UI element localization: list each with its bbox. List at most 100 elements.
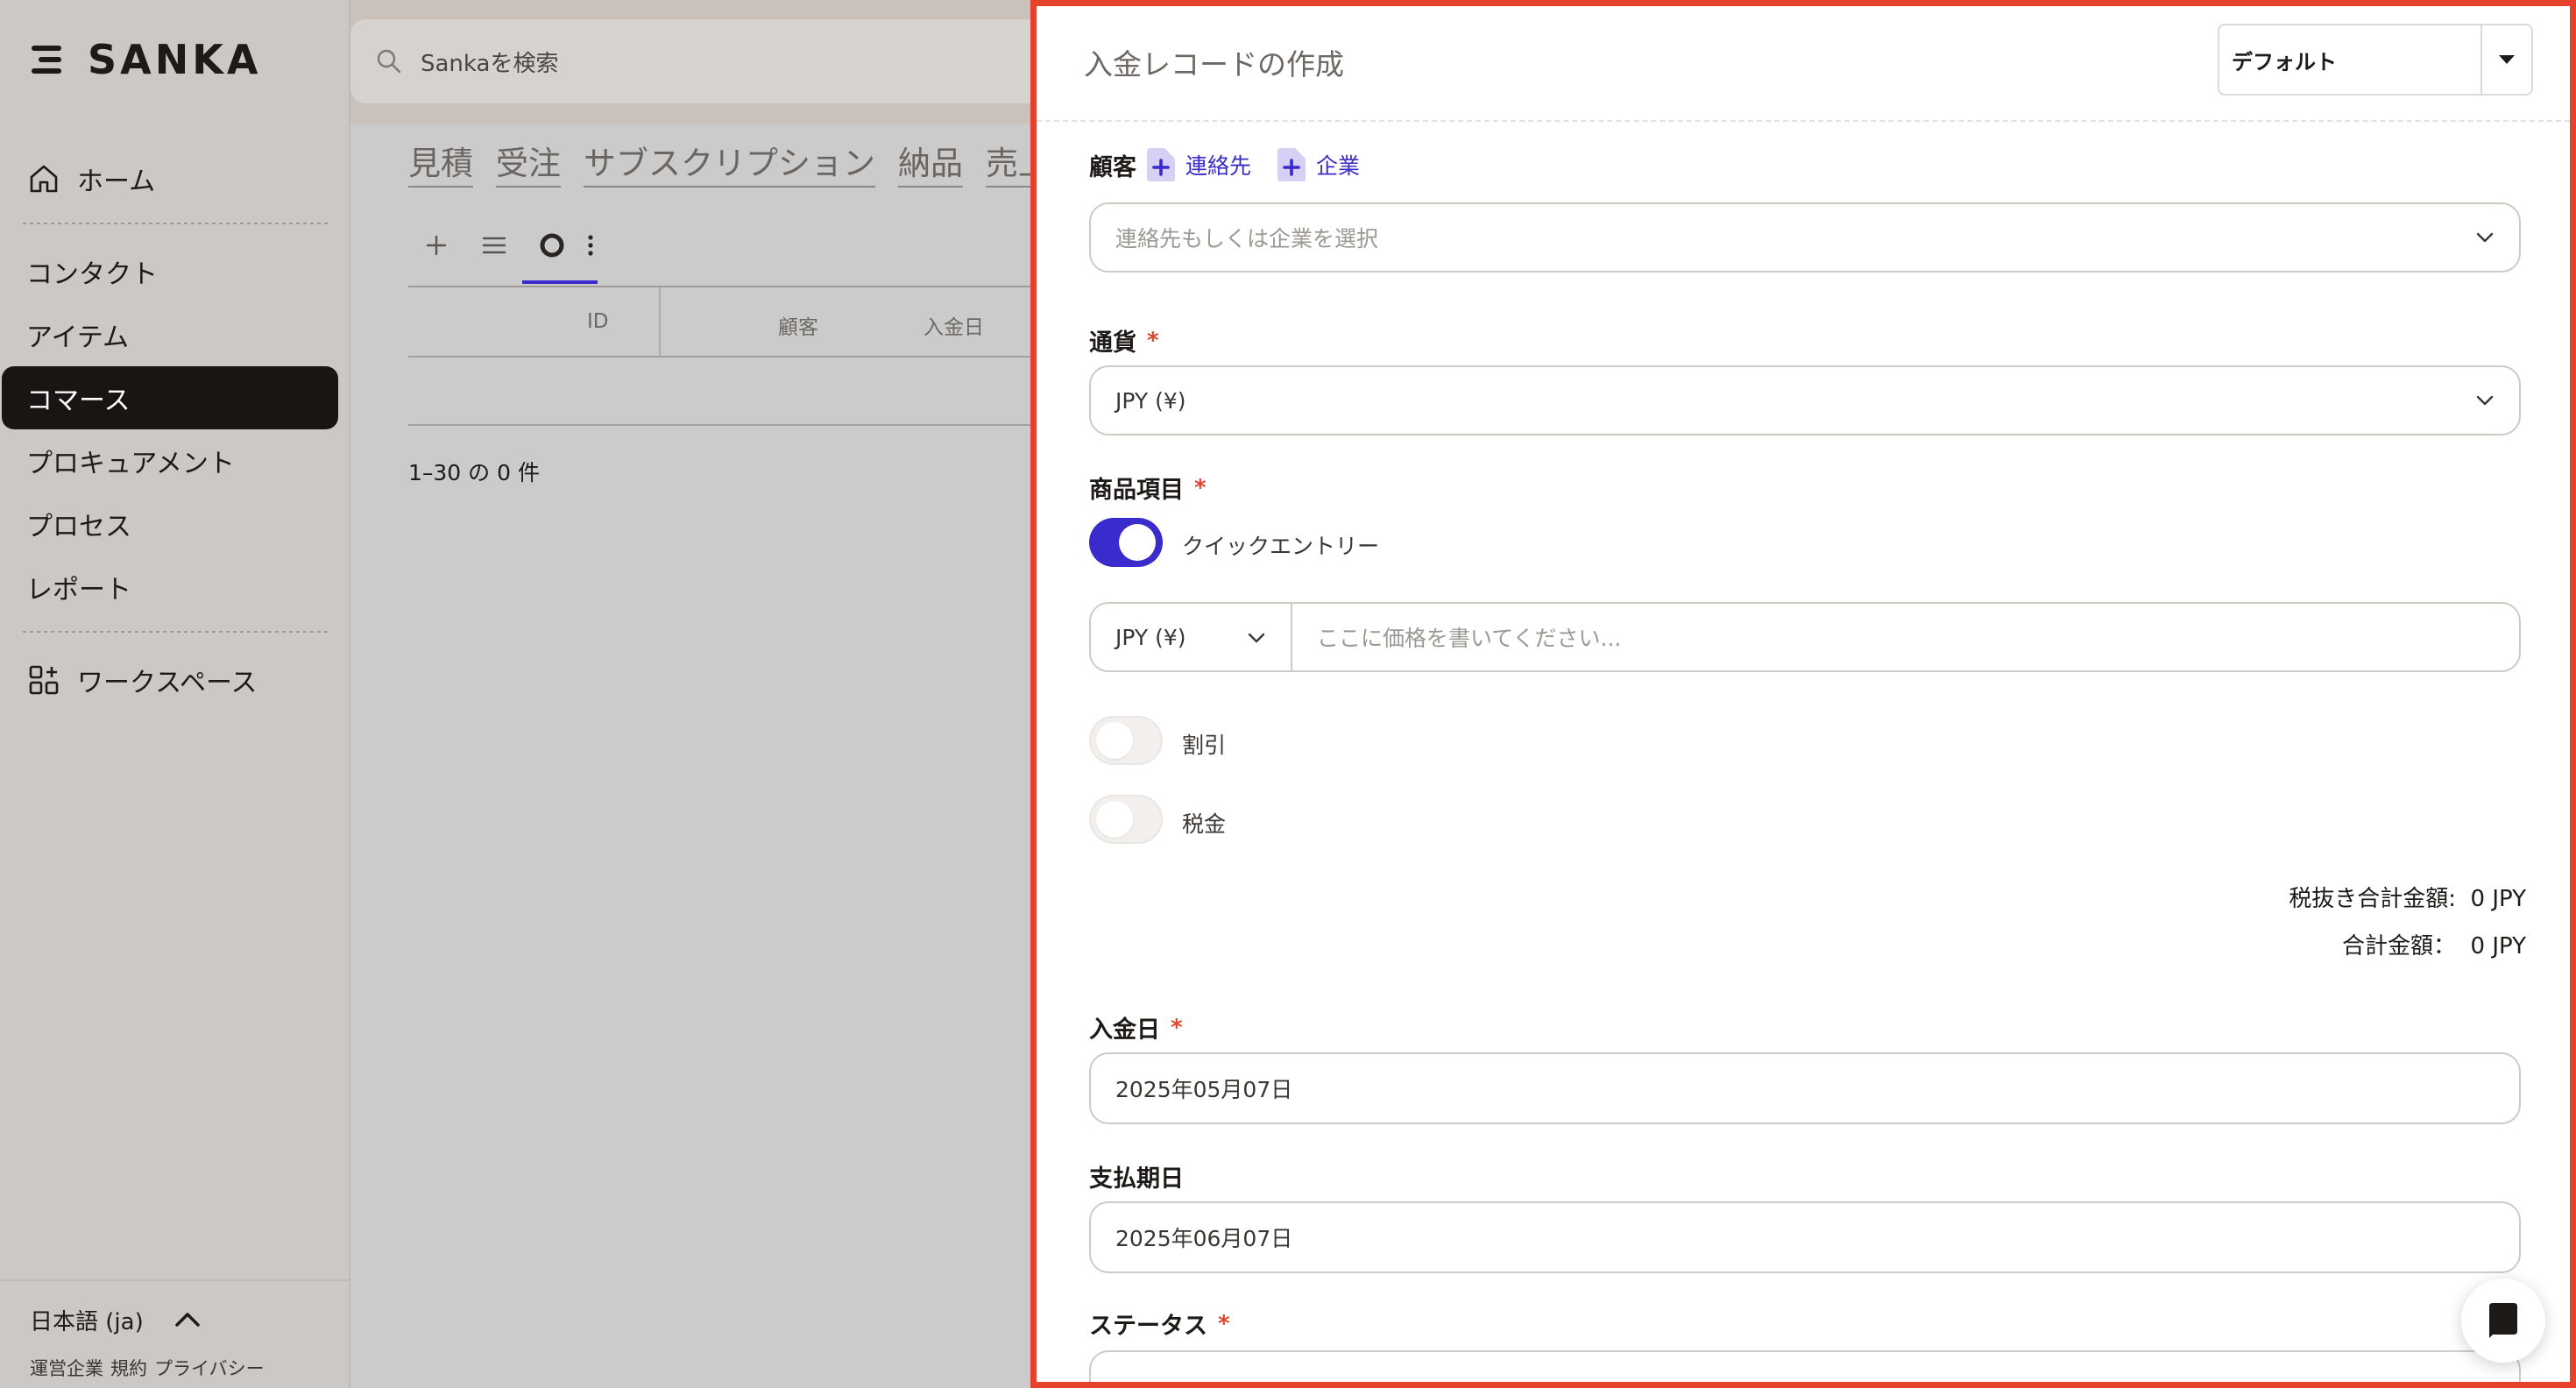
view-select[interactable]: デフォルト [2218,24,2533,96]
tab-estimates[interactable]: 見積 [408,137,473,188]
add-company-link[interactable]: 企業 [1276,146,1360,183]
discount-label: 割引 [1182,733,1227,758]
customer-select[interactable]: 連絡先もしくは企業を選択 [1089,202,2521,273]
table-header-payment-date[interactable]: 入金日 [924,310,984,340]
toggle-knob [1119,524,1156,561]
total-label: 合計金額： [2341,933,2456,960]
sidebar-item-label: レポート [26,575,131,605]
due-date-input[interactable]: 2025年06月07日 [1089,1201,2521,1273]
sidebar-item-items[interactable]: アイテム [2,303,338,366]
view-circle-icon[interactable] [536,230,568,261]
table-header-id[interactable]: ID [587,310,609,333]
add-file-icon [1147,148,1175,181]
sidebar-nav: ホーム コンタクト アイテム コマース プロキュアメント プロセス レポート ワ… [0,147,350,712]
chat-button[interactable] [2461,1278,2545,1363]
sidebar-item-procurement[interactable]: プロキュアメント [2,429,338,492]
sidebar-item-reports[interactable]: レポート [2,556,338,619]
quick-entry-label: クイックエントリー [1182,534,1380,559]
divider [23,631,328,633]
subtotal-label: 税抜き合計金額: [2289,886,2456,912]
search-input[interactable]: Sankaを検索 [421,46,558,78]
footer-links: 運営企業 規約 プライバシー [30,1355,350,1381]
active-view-indicator [522,280,598,284]
line-items-label: 商品項目 [1089,477,1184,504]
plus-icon[interactable] [421,230,452,261]
tab-subscriptions[interactable]: サブスクリプション [584,137,875,188]
home-icon [30,165,58,193]
required-mark: * [1194,474,1207,501]
tax-label: 税金 [1182,811,1227,837]
logo-text: SANKA [88,36,262,83]
payment-date-label-row: 入金日 * [1089,1010,1183,1045]
price-entry-row: JPY (¥) ここに価格を書いてください... [1089,602,2521,672]
tab-orders[interactable]: 受注 [496,137,561,188]
table-column-divider [659,287,661,356]
language-label: 日本語 (ja) [30,1308,144,1335]
apps-icon [29,665,59,695]
search-icon [377,49,401,74]
status-label: ステータス [1089,1313,1207,1340]
required-mark: * [1218,1310,1230,1337]
sidebar-item-contacts[interactable]: コンタクト [2,240,338,303]
tax-toggle[interactable] [1089,795,1163,844]
subtotal-row: 税抜き合計金額: 0 JPY [2289,881,2526,913]
logo-icon [26,39,68,81]
search-bar[interactable]: Sankaを検索 [350,19,1139,103]
sidebar-item-process[interactable]: プロセス [2,492,338,556]
payment-date-value: 2025年05月07日 [1115,1077,1293,1102]
sidebar-item-label: プロキュアメント [26,449,235,479]
sidebar-item-home[interactable]: ホーム [2,147,338,210]
sidebar-item-label: プロセス [26,512,131,542]
required-mark: * [1171,1014,1183,1041]
toggle-knob [1096,801,1133,838]
drawer-title: 入金レコードの作成 [1084,47,1344,81]
sidebar-item-label: コンタクト [26,259,158,290]
add-contact-link[interactable]: 連絡先 [1145,146,1251,183]
price-input-placeholder: ここに価格を書いてください... [1317,626,1622,651]
tab-deliveries[interactable]: 納品 [898,137,963,188]
sidebar-item-label: ホーム [77,166,156,197]
list-icon[interactable] [478,230,510,261]
footer-link-company[interactable]: 運営企業 [30,1355,103,1381]
price-input[interactable]: ここに価格を書いてください... [1292,604,2519,670]
view-select-value: デフォルト [2232,49,2337,74]
add-company-label: 企業 [1316,153,1361,179]
caret-down-icon [2499,55,2515,64]
customer-label: 顧客 [1089,153,1136,181]
sidebar-item-commerce[interactable]: コマース [2,366,338,429]
commerce-tabs: 見積 受注 サブスクリプション 納品 売上 [408,137,1051,188]
view-select-toggle[interactable] [2480,25,2531,94]
divider [23,223,328,224]
toggle-knob [1096,722,1133,759]
customer-select-placeholder: 連絡先もしくは企業を選択 [1115,226,1379,251]
chevron-up-icon [174,1313,200,1327]
currency-select-value: JPY (¥) [1115,387,1186,414]
due-date-value: 2025年06月07日 [1115,1226,1293,1251]
create-payment-drawer: 入金レコードの作成 デフォルト 顧客 連絡先 企業 連絡先もしくは企業を選択 通… [1030,0,2576,1388]
chat-icon [2489,1303,2517,1338]
payment-date-input[interactable]: 2025年05月07日 [1089,1052,2521,1124]
discount-toggle[interactable] [1089,716,1163,765]
line-items-label-row: 商品項目 * [1089,471,1207,505]
footer-link-privacy[interactable]: プライバシー [154,1355,265,1381]
logo[interactable]: SANKA [26,33,261,86]
more-vertical-icon[interactable] [582,230,599,261]
quick-entry-toggle[interactable] [1089,518,1163,567]
payment-date-label: 入金日 [1089,1016,1160,1044]
table-header-customer[interactable]: 顧客 [778,310,818,340]
sidebar-item-workspace[interactable]: ワークスペース [2,648,338,712]
add-contact-label: 連絡先 [1185,153,1252,179]
currency-select[interactable]: JPY (¥) [1089,365,2521,436]
add-file-icon [1277,148,1306,181]
footer-link-terms[interactable]: 規約 [110,1355,147,1381]
status-label-row: ステータス * [1089,1307,1230,1341]
sidebar: SANKA ホーム コンタクト アイテム コマース プロキュアメント プロセス … [0,0,350,1388]
total-row: 合計金額： 0 JPY [2342,928,2526,960]
due-date-label: 支払期日 [1089,1165,1184,1193]
chevron-down-icon [2476,232,2494,243]
status-select[interactable] [1089,1350,2521,1382]
due-date-label-row: 支払期日 [1089,1159,1184,1193]
price-currency-select[interactable]: JPY (¥) [1091,604,1292,670]
language-switcher[interactable]: 日本語 (ja) [30,1302,350,1337]
currency-label: 通貨 [1089,329,1136,357]
